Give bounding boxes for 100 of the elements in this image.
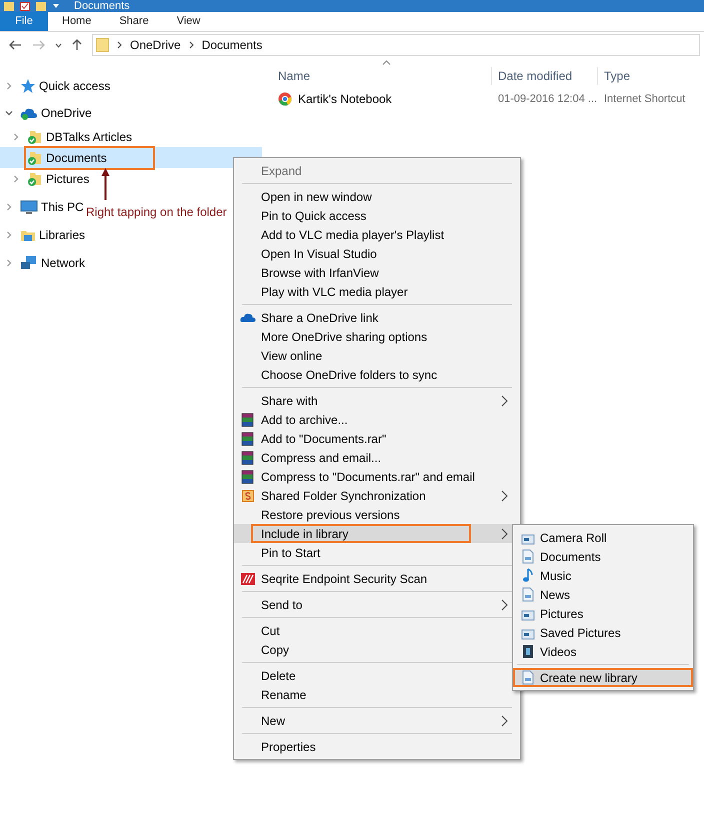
film-icon xyxy=(522,644,534,659)
ribbon-tab[interactable]: Home xyxy=(48,12,106,31)
breadcrumb-item[interactable]: Documents xyxy=(202,36,262,54)
menu-item-label: Send to xyxy=(261,596,302,614)
nav-label: Quick access xyxy=(39,78,110,95)
menu-item-label: Properties xyxy=(261,738,316,756)
nav-item[interactable]: Documents xyxy=(0,147,262,168)
address-field[interactable]: OneDrive Documents xyxy=(92,34,700,56)
menu-item[interactable]: Rename xyxy=(234,685,520,704)
menu-item-label: Compress to "Documents.rar" and email xyxy=(261,468,475,486)
dropdown-chevron-icon[interactable] xyxy=(55,42,62,48)
monitor-icon xyxy=(20,199,38,215)
folder-icon xyxy=(36,2,46,10)
breadcrumb-item[interactable]: OneDrive xyxy=(130,36,181,54)
ribbon-tab[interactable]: Share xyxy=(105,12,163,31)
network-icon xyxy=(20,255,38,271)
menu-item[interactable]: Add to archive... xyxy=(234,410,520,429)
menu-item[interactable]: Properties xyxy=(234,737,520,756)
menu-item[interactable]: Create new library xyxy=(513,668,693,687)
checkbox-icon xyxy=(20,2,30,10)
menu-item-label: Delete xyxy=(261,668,296,684)
submenu-chevron-icon xyxy=(501,598,508,610)
back-arrow-icon[interactable] xyxy=(9,40,22,50)
menu-item[interactable]: Shared Folder Synchronization xyxy=(234,486,520,505)
nav-item[interactable]: Quick access xyxy=(0,72,262,100)
document-icon xyxy=(520,670,534,685)
up-arrow-icon[interactable] xyxy=(72,39,82,51)
table-cell-text: Internet Shortcut xyxy=(603,92,686,107)
cloud-icon xyxy=(240,312,256,323)
nav-item[interactable]: DBTalks Articles xyxy=(0,126,262,147)
menu-item[interactable]: Restore previous versions xyxy=(234,505,520,524)
menu-item-label: Saved Pictures xyxy=(540,624,621,642)
column-header[interactable]: Date modified xyxy=(491,67,597,85)
s-square-icon xyxy=(242,490,254,502)
file-name[interactable]: Kartik's Notebook xyxy=(298,90,392,108)
menu-item[interactable]: Share a OneDrive link xyxy=(234,308,520,327)
menu-item[interactable]: View online xyxy=(234,346,520,365)
collapsed-chevron-icon[interactable] xyxy=(12,174,20,182)
menu-item-label: Pin to Start xyxy=(261,544,320,562)
folder-icon xyxy=(4,2,14,10)
nav-item[interactable]: OneDrive xyxy=(0,100,262,126)
forward-arrow-icon[interactable] xyxy=(32,40,45,50)
menu-item-label: View online xyxy=(261,348,322,364)
submenu-chevron-icon xyxy=(501,394,508,406)
ribbon-tab[interactable]: View xyxy=(162,12,214,31)
menu-item-label: Share a OneDrive link xyxy=(261,310,378,326)
star-icon xyxy=(20,78,36,94)
breadcrumb-chevron-icon xyxy=(117,41,122,49)
document-icon xyxy=(520,587,534,602)
menu-item-label: Open in new window xyxy=(261,188,372,206)
menu-item-label: Choose OneDrive folders to sync xyxy=(261,366,438,384)
menu-item[interactable]: Open in new window xyxy=(234,187,520,206)
menu-item-label: Expand xyxy=(261,162,302,180)
books-icon xyxy=(241,470,254,484)
folder-check-icon xyxy=(27,128,43,144)
collapsed-chevron-icon[interactable] xyxy=(5,203,13,211)
menu-item-label: Documents xyxy=(540,548,601,566)
nav-label: DBTalks Articles xyxy=(46,128,132,146)
menu-item-label: Rename xyxy=(261,686,306,704)
menu-item-label: Add to archive... xyxy=(261,412,348,428)
menu-item[interactable]: Add to VLC media player's Playlist xyxy=(234,225,520,244)
stripes-icon xyxy=(240,572,254,584)
nav-label: Libraries xyxy=(39,227,86,244)
collapsed-chevron-icon[interactable] xyxy=(12,132,20,140)
menu-item-label: Pictures xyxy=(540,606,584,622)
nav-label: Pictures xyxy=(46,170,90,188)
menu-item-label: Restore previous versions xyxy=(261,506,400,524)
menu-item-label: Cut xyxy=(261,622,280,640)
menu-item[interactable]: Music xyxy=(513,566,693,585)
expanded-chevron-icon[interactable] xyxy=(5,109,13,117)
document-icon xyxy=(520,549,534,564)
menu-item[interactable]: Share with xyxy=(234,391,520,410)
column-header[interactable]: Type xyxy=(597,67,704,85)
menu-item-label: Shared Folder Synchronization xyxy=(261,488,426,504)
menu-item[interactable]: Pin to Quick access xyxy=(234,206,520,225)
menu-item[interactable]: Add to "Documents.rar" xyxy=(234,429,520,448)
books-icon xyxy=(241,412,254,426)
window-title: Documents xyxy=(73,0,130,12)
nav-label: OneDrive xyxy=(41,105,92,122)
menu-item[interactable]: Compress to "Documents.rar" and email xyxy=(234,467,520,486)
column-header[interactable]: Name xyxy=(262,67,491,85)
menu-item-label: Seqrite Endpoint Security Scan xyxy=(261,570,428,588)
menu-item-label: More OneDrive sharing options xyxy=(261,328,428,346)
folder-check-icon xyxy=(27,150,43,166)
collapsed-chevron-icon[interactable] xyxy=(5,259,13,267)
sort-caret-icon xyxy=(382,60,391,65)
menu-item[interactable]: Play with VLC media player xyxy=(234,282,520,301)
menu-item[interactable]: More OneDrive sharing options xyxy=(234,327,520,346)
submenu-chevron-icon xyxy=(501,714,508,726)
collapsed-chevron-icon[interactable] xyxy=(5,231,13,239)
menu-item[interactable]: Compress and email... xyxy=(234,448,520,467)
dropdown-caret-icon xyxy=(52,3,60,9)
annotation-text: Right tapping on the folder xyxy=(86,204,227,221)
menu-item[interactable]: Choose OneDrive folders to sync xyxy=(234,365,520,384)
menu-item[interactable]: New xyxy=(234,711,520,730)
menu-item-label: Copy xyxy=(261,642,290,658)
collapsed-chevron-icon[interactable] xyxy=(5,82,13,90)
submenu-chevron-icon xyxy=(501,490,508,502)
menu-item-label: Play with VLC media player xyxy=(261,284,408,300)
menu-item-label: Pin to Quick access xyxy=(261,208,366,224)
